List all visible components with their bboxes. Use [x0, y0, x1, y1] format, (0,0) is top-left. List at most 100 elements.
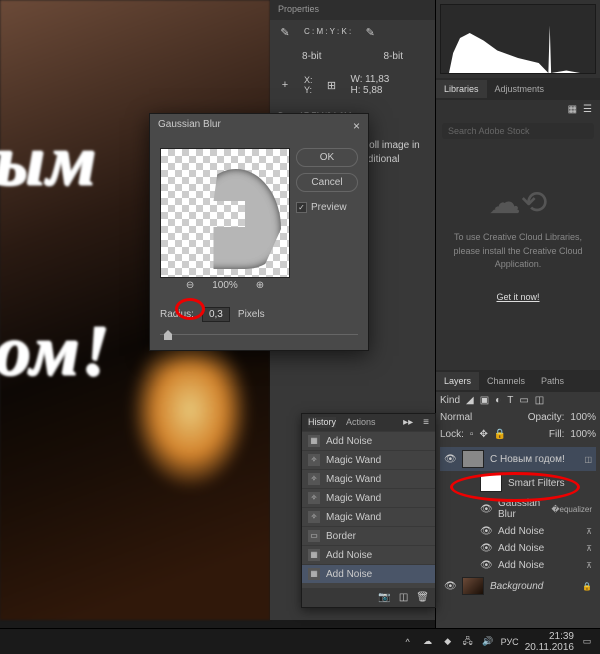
filter-shape-icon[interactable]: ▭	[519, 395, 528, 406]
visibility-icon[interactable]: 👁	[480, 526, 492, 537]
visibility-icon[interactable]: 👁	[480, 543, 492, 554]
gaussian-blur-dialog: Gaussian Blur × ⊖ 100% ⊕ OK Cancel ✓ Pre…	[149, 113, 369, 351]
tray-up-icon[interactable]: ^	[401, 635, 415, 649]
history-item[interactable]: ✧Magic Wand	[302, 469, 435, 488]
filter-row[interactable]: 👁 Add Noise ⊼	[440, 557, 596, 574]
fill-label: Fill:	[549, 429, 565, 440]
preview-checkbox[interactable]: ✓	[296, 202, 307, 213]
blend-mode-select[interactable]: Normal	[440, 412, 472, 423]
panel-menu-icon[interactable]: ≡	[423, 417, 429, 428]
properties-tabs: Properties	[270, 0, 435, 20]
history-step-icon: ✧	[308, 454, 320, 466]
grid-view-icon[interactable]: ▦	[568, 104, 577, 115]
tray-note-icon[interactable]: ◆	[441, 635, 455, 649]
filter-options-icon[interactable]: ⊼	[586, 544, 592, 553]
visibility-icon[interactable]: 👁	[444, 454, 456, 465]
cancel-button[interactable]: Cancel	[296, 173, 358, 192]
tray-network-icon[interactable]: 🖧	[461, 635, 475, 649]
history-step-icon: ✧	[308, 511, 320, 523]
filter-options-icon[interactable]: ⊼	[586, 561, 592, 570]
ok-button[interactable]: OK	[296, 148, 358, 167]
layer-row[interactable]: 👁 С Новым годом! ◫	[440, 447, 596, 471]
search-stock-input[interactable]: Search Adobe Stock	[442, 123, 594, 139]
histogram-panel[interactable]	[440, 4, 596, 74]
eyedropper-icon[interactable]: ✎	[361, 26, 379, 39]
language-indicator[interactable]: РУС	[501, 637, 519, 647]
cmyk-readout: C : M : Y : K :	[304, 28, 351, 37]
layer-name[interactable]: Background	[490, 581, 543, 592]
clock[interactable]: 21:39 20.11.2016	[525, 631, 574, 653]
list-view-icon[interactable]: ☰	[583, 104, 592, 115]
filter-name: Gaussian Blur	[498, 498, 545, 520]
zoom-out-icon[interactable]: ⊖	[186, 280, 194, 291]
lock-all-icon[interactable]: 🔒	[494, 429, 506, 440]
fireplace-glow	[130, 330, 250, 490]
right-dock: Libraries Adjustments ▦ ☰ Search Adobe S…	[435, 0, 600, 640]
lock-position-icon[interactable]: ✥	[479, 429, 487, 440]
trash-icon[interactable]: 🗑	[416, 592, 429, 603]
tray-cloud-icon[interactable]: ☁	[421, 635, 435, 649]
radius-input[interactable]	[202, 307, 230, 322]
tab-libraries[interactable]: Libraries	[436, 80, 487, 98]
filter-row[interactable]: 👁 Add Noise ⊼	[440, 540, 596, 557]
tab-adjustments[interactable]: Adjustments	[487, 80, 553, 98]
smart-filters-row[interactable]: Smart Filters	[440, 471, 596, 495]
collapse-icon[interactable]: ▸▸	[403, 417, 413, 428]
canvas-text-1: ым	[0, 120, 98, 203]
history-item[interactable]: ▦Add Noise	[302, 545, 435, 564]
history-item[interactable]: ▦Add Noise	[302, 564, 435, 583]
filter-preview[interactable]	[160, 148, 290, 278]
visibility-icon[interactable]: 👁	[480, 560, 492, 571]
history-step-icon: ✧	[308, 492, 320, 504]
tab-channels[interactable]: Channels	[479, 372, 533, 390]
filter-options-icon[interactable]: ⊼	[586, 527, 592, 536]
filter-adj-icon[interactable]: ◐	[495, 395, 501, 406]
visibility-icon[interactable]: 👁	[480, 504, 492, 515]
preview-content	[191, 169, 281, 269]
notifications-icon[interactable]: ▭	[580, 635, 594, 649]
visibility-icon[interactable]: 👁	[444, 581, 456, 592]
layer-thumbnail[interactable]	[462, 450, 484, 468]
filter-row[interactable]: 👁 Add Noise ⊼	[440, 523, 596, 540]
tray-volume-icon[interactable]: 🔊	[481, 635, 495, 649]
new-doc-icon[interactable]: ◫	[399, 592, 408, 603]
slider-thumb[interactable]	[164, 330, 172, 340]
filter-options-icon[interactable]: �equalizer	[551, 505, 592, 514]
history-step-icon: ✧	[308, 473, 320, 485]
history-step-icon: ▭	[308, 530, 320, 542]
filter-type-icon[interactable]: T	[507, 395, 513, 406]
filter-mask-thumbnail[interactable]	[480, 474, 502, 492]
tab-properties[interactable]: Properties	[278, 4, 319, 16]
filter-smart-icon[interactable]: ◫	[535, 395, 544, 406]
tab-layers[interactable]: Layers	[436, 372, 479, 390]
radius-unit: Pixels	[238, 309, 265, 320]
tab-paths[interactable]: Paths	[533, 372, 572, 390]
layer-row[interactable]: 👁 Background 🔒	[440, 574, 596, 598]
radius-label: Radius:	[160, 309, 194, 320]
close-icon[interactable]: ×	[353, 119, 360, 133]
filter-name: Add Noise	[498, 543, 544, 554]
crosshair-icon: +	[276, 79, 294, 91]
history-item[interactable]: ✧Magic Wand	[302, 488, 435, 507]
zoom-in-icon[interactable]: ⊕	[256, 280, 264, 291]
history-item[interactable]: ▭Border	[302, 526, 435, 545]
get-it-now-link[interactable]: Get it now!	[496, 292, 539, 302]
layer-thumbnail[interactable]	[462, 577, 484, 595]
opacity-label: Opacity:	[528, 412, 565, 423]
libraries-message: To use Creative Cloud Libraries, please …	[446, 231, 590, 272]
fill-value[interactable]: 100%	[570, 429, 596, 440]
history-item[interactable]: ✧Magic Wand	[302, 450, 435, 469]
opacity-value[interactable]: 100%	[570, 412, 596, 423]
tab-actions[interactable]: Actions	[346, 417, 376, 428]
eyedropper-icon[interactable]: ✎	[276, 26, 294, 39]
lock-pixels-icon[interactable]: ▫	[470, 429, 474, 440]
filter-pixel-icon[interactable]: ▣	[480, 395, 489, 406]
filter-row[interactable]: 👁 Gaussian Blur �equalizer	[440, 495, 596, 523]
history-item[interactable]: ▦Add Noise	[302, 431, 435, 450]
history-item[interactable]: ✧Magic Wand	[302, 507, 435, 526]
layer-name[interactable]: С Новым годом!	[490, 454, 565, 465]
radius-slider[interactable]	[160, 328, 358, 342]
windows-taskbar[interactable]: ^ ☁ ◆ 🖧 🔊 РУС 21:39 20.11.2016 ▭	[0, 628, 600, 654]
tab-history[interactable]: History	[308, 417, 336, 428]
snapshot-icon[interactable]: 📷	[378, 592, 390, 603]
